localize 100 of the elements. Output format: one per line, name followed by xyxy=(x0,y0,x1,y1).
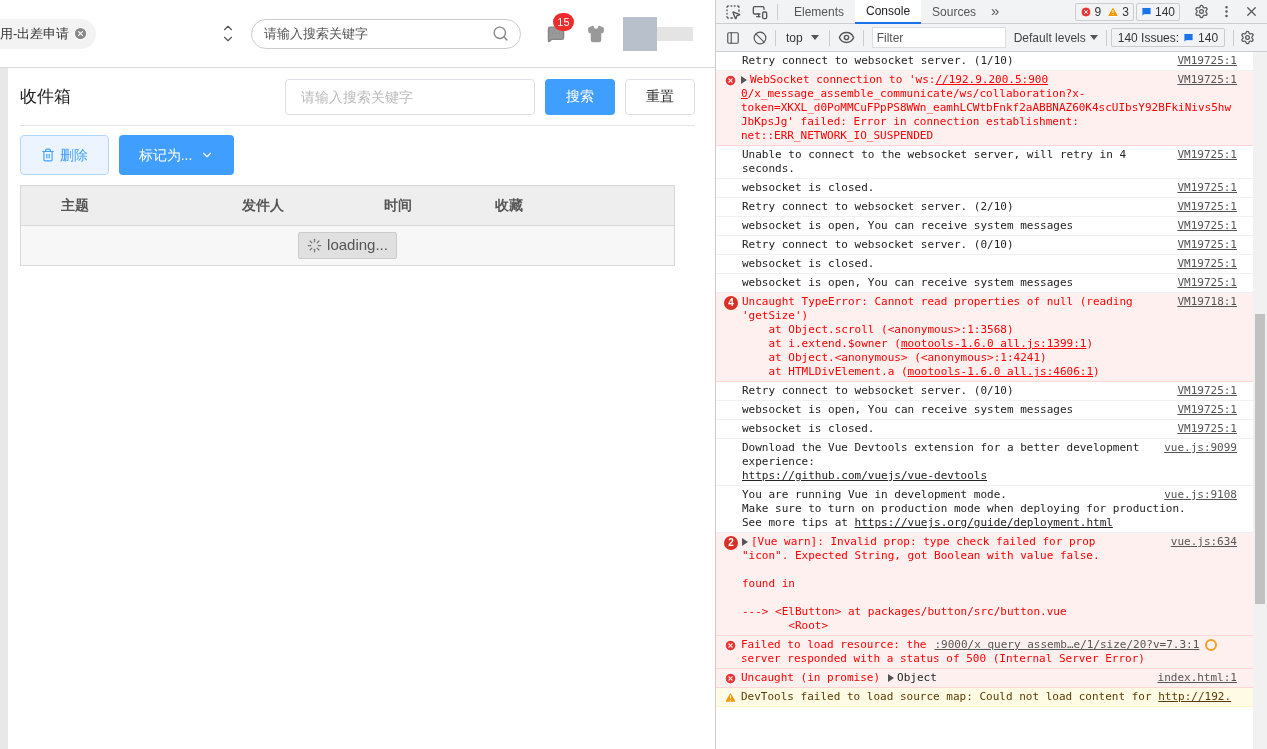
warning-icon xyxy=(1107,5,1120,18)
console-message-line: net::ERR_NETWORK_IO_SUSPENDED xyxy=(741,129,934,143)
search-icon[interactable] xyxy=(492,24,510,42)
console-message-line: at Object.<anonymous> (<anonymous>:1:4241) xyxy=(767,351,1047,365)
message-icon xyxy=(1183,32,1195,43)
devtools-tab[interactable]: Elements xyxy=(783,0,856,24)
scrollbar[interactable] xyxy=(1253,52,1267,749)
clear-console-icon[interactable] xyxy=(753,30,767,45)
source-link[interactable]: VM19725:1 xyxy=(1177,384,1237,398)
column-header: 时间 xyxy=(383,196,412,215)
console-message-line: websocket is closed. xyxy=(742,422,875,436)
error-icon xyxy=(724,639,737,652)
column-header: 收藏 xyxy=(494,196,523,215)
console-message-line: [Vue warn]: Invalid prop: type check failed for prop xyxy=(751,535,1096,549)
console-message-line: Unable to connect to the websocket server, will retry in 4 xyxy=(742,148,1127,162)
tab-label: 用-出差申请 xyxy=(0,24,70,43)
message-count: 140 xyxy=(1154,3,1175,21)
search-field[interactable]: 请输入搜索关键字 xyxy=(251,18,522,49)
message-link[interactable]: http://192. xyxy=(1158,690,1232,703)
devtools-tab[interactable]: Sources xyxy=(921,0,988,24)
console-message-line: at i.extend.$owner (mootools-1.6.0 all.js:1399:1) xyxy=(767,337,1093,351)
console-message-line: Failed to load resource: the xyxy=(741,638,927,652)
console-message-line: 'getSize') xyxy=(742,309,809,323)
source-link[interactable]: vue.js:634 xyxy=(1170,535,1237,633)
message-link[interactable]: mootools-1.6.0 all.js:4606:1 xyxy=(907,365,1093,378)
eye-icon[interactable] xyxy=(837,29,855,46)
source-link[interactable]: :9000/x query assemb…e/1/size/20?v=7.3:1 xyxy=(934,638,1200,652)
warning-count: 3 xyxy=(1122,3,1129,21)
shirt-icon[interactable] xyxy=(587,24,606,43)
close-icon[interactable] xyxy=(73,26,89,41)
column-header: 主题 xyxy=(61,196,89,215)
error-icon xyxy=(724,672,737,685)
log-levels-dropdown[interactable]: Default levels xyxy=(1013,28,1098,47)
console-message-line: websocket is closed. xyxy=(742,257,875,271)
source-link[interactable]: VM19718:1 xyxy=(1177,295,1237,379)
source-link[interactable]: VM19725:1 xyxy=(1177,403,1237,417)
console-message-line: <Root> xyxy=(787,619,829,633)
source-link[interactable]: VM19725:1 xyxy=(1177,422,1237,436)
console-message-line: Uncaught TypeError: Cannot read properties of null (reading xyxy=(742,295,1133,309)
tab-chip[interactable]: 用-出差申请 xyxy=(0,18,97,49)
console-message-line: experience: xyxy=(742,455,815,469)
console-message-line: Retry connect to websocket server. (0/10) xyxy=(742,238,1014,252)
console-message-line: websocket is closed. xyxy=(742,181,875,195)
loading-text: loading... xyxy=(327,235,388,256)
console-message-line: seconds. xyxy=(742,162,795,176)
source-link[interactable]: vue.js:9099 xyxy=(1164,441,1237,483)
issues-button[interactable]: 140 Issues: 140 xyxy=(1110,28,1226,47)
message-icon xyxy=(1140,6,1152,17)
count-badge: 4 xyxy=(724,296,738,310)
console-message-line: websocket is open, You can receive system messages xyxy=(742,219,1074,233)
console-message-line: See more tips at https://vuejs.org/guide/deployment.html xyxy=(742,516,1113,530)
message-link[interactable]: //192.9.200.5:900 xyxy=(935,73,1049,86)
console-message-line: at HTMLDivElement.a (mootools-1.6.0 all.js:4606:1) xyxy=(767,365,1100,379)
console-message-line: Retry connect to websocket server. (0/10) xyxy=(742,384,1014,398)
console-message-line: /x_message_assemble_communicate/ws/collaboration?x- xyxy=(747,87,1086,101)
error-warning-counter[interactable]: 9 3 xyxy=(1074,2,1134,21)
message-link[interactable]: https://github.com/vuejs/vue-devtools xyxy=(742,469,988,483)
filter-field[interactable]: Filter xyxy=(871,27,1006,48)
console-message-line: at Object.scroll (<anonymous>:1:3568) xyxy=(767,323,1014,337)
reset-button[interactable]: 重置 xyxy=(625,78,695,115)
console-message-line: DevTools failed to load source map: Could not load content for http://192. xyxy=(741,690,1232,704)
expand-triangle-icon[interactable] xyxy=(742,538,748,546)
source-link[interactable]: VM19725:1 xyxy=(1177,276,1237,290)
console-message-line: You are running Vue in development mode. xyxy=(742,488,1007,502)
console-message-line: token=XKXL_d0PoMMCuFPpPS8WWn_eamhLCWtbFnkf2aABBNAZ60K4scUIbsY92BFkiNivs5hw xyxy=(741,101,1232,115)
page-title: 收件箱 xyxy=(20,85,72,108)
console-message-line: websocket is open, You can receive system messages xyxy=(742,403,1074,417)
settings-icon[interactable] xyxy=(1194,4,1209,19)
notification-badge: 15 xyxy=(553,12,574,31)
console-settings-icon[interactable] xyxy=(1240,30,1256,45)
devtools-tab[interactable]: Console xyxy=(855,0,922,24)
source-link[interactable]: VM19725:1 xyxy=(1177,219,1237,233)
error-icon xyxy=(1079,5,1092,18)
message-counter[interactable]: 140 xyxy=(1135,2,1180,21)
message-link[interactable]: https://vuejs.org/guide/deployment.html xyxy=(854,516,1113,529)
source-link[interactable]: VM19725:1 xyxy=(1177,238,1237,252)
console-message-line: found in xyxy=(742,577,795,591)
device-icon[interactable] xyxy=(752,3,768,20)
source-link[interactable]: VM19725:1 xyxy=(1177,54,1237,68)
source-link[interactable]: VM19725:1 xyxy=(1177,181,1237,195)
console-message-line: "icon". Expected String, got Boolean with value false. xyxy=(742,549,1100,563)
message-link[interactable]: mootools-1.6.0 all.js:1399:1 xyxy=(900,337,1087,350)
close-icon[interactable] xyxy=(1244,4,1259,19)
more-tabs-button[interactable]: » xyxy=(987,0,1004,23)
expand-triangle-icon[interactable] xyxy=(741,76,747,84)
object-toggle[interactable]: Object xyxy=(888,671,937,685)
trash-icon xyxy=(41,148,55,162)
network-icon xyxy=(1205,639,1218,651)
console-message-line: Make sure to turn on production mode when deploying for production. xyxy=(742,502,1186,516)
source-link[interactable]: VM19725:1 xyxy=(1177,200,1237,214)
source-link[interactable]: VM19725:1 xyxy=(1177,257,1237,271)
warning-icon xyxy=(724,691,737,704)
sidebar-toggle-icon[interactable] xyxy=(726,30,740,45)
message-link[interactable]: 0 xyxy=(741,87,748,101)
source-link[interactable]: VM19725:1 xyxy=(1177,148,1237,176)
keyword-field[interactable]: 请输入搜索关键字 xyxy=(285,78,535,115)
context-selector[interactable]: top xyxy=(784,28,821,47)
source-link[interactable]: index.html:1 xyxy=(1157,671,1237,685)
inspect-icon[interactable] xyxy=(725,3,741,20)
console-message-line: JbKpsJg' failed: Error in connection establishment: xyxy=(741,115,1079,129)
